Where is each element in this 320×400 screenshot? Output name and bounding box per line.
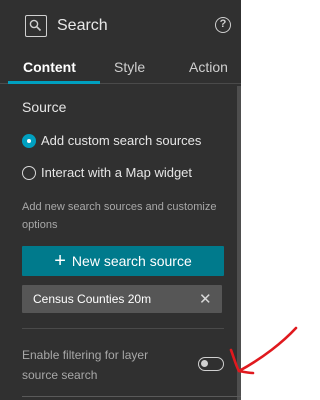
scrollbar[interactable] [237, 86, 241, 400]
map-widget-label[interactable]: Interact with a Map widget [41, 165, 192, 180]
tab-style[interactable]: Style [114, 59, 145, 75]
custom-sources-radio[interactable] [22, 134, 36, 148]
source-section-title: Source [22, 99, 67, 115]
close-icon[interactable]: ✕ [199, 290, 212, 308]
panel-title: Search [57, 17, 108, 34]
custom-sources-label[interactable]: Add custom search sources [41, 133, 201, 148]
search-widget-icon [25, 15, 47, 37]
filtering-toggle[interactable] [198, 357, 224, 371]
tab-action[interactable]: Action [189, 59, 228, 75]
tab-bar: Content Style Action [0, 52, 241, 84]
new-search-source-label: New search source [71, 253, 192, 269]
active-tab-indicator [8, 81, 100, 84]
search-source-label: Census Counties 20m [33, 292, 152, 306]
toggle-knob [201, 360, 208, 367]
divider [22, 328, 224, 329]
source-helper-text: Add new search sources and customize opt… [22, 201, 217, 231]
new-search-source-button[interactable]: + New search source [22, 246, 224, 276]
tab-content[interactable]: Content [23, 59, 76, 75]
map-widget-radio[interactable] [22, 166, 36, 180]
panel-header: Search ? [0, 0, 241, 52]
plus-icon: + [54, 250, 66, 272]
settings-panel: Search ? Content Style Action Source Add… [0, 0, 241, 400]
next-section-edge [22, 396, 241, 397]
help-icon[interactable]: ? [215, 17, 231, 33]
search-source-item[interactable]: Census Counties 20m ✕ [22, 285, 222, 313]
filtering-toggle-label: Enable filtering for layer source search [22, 348, 149, 382]
